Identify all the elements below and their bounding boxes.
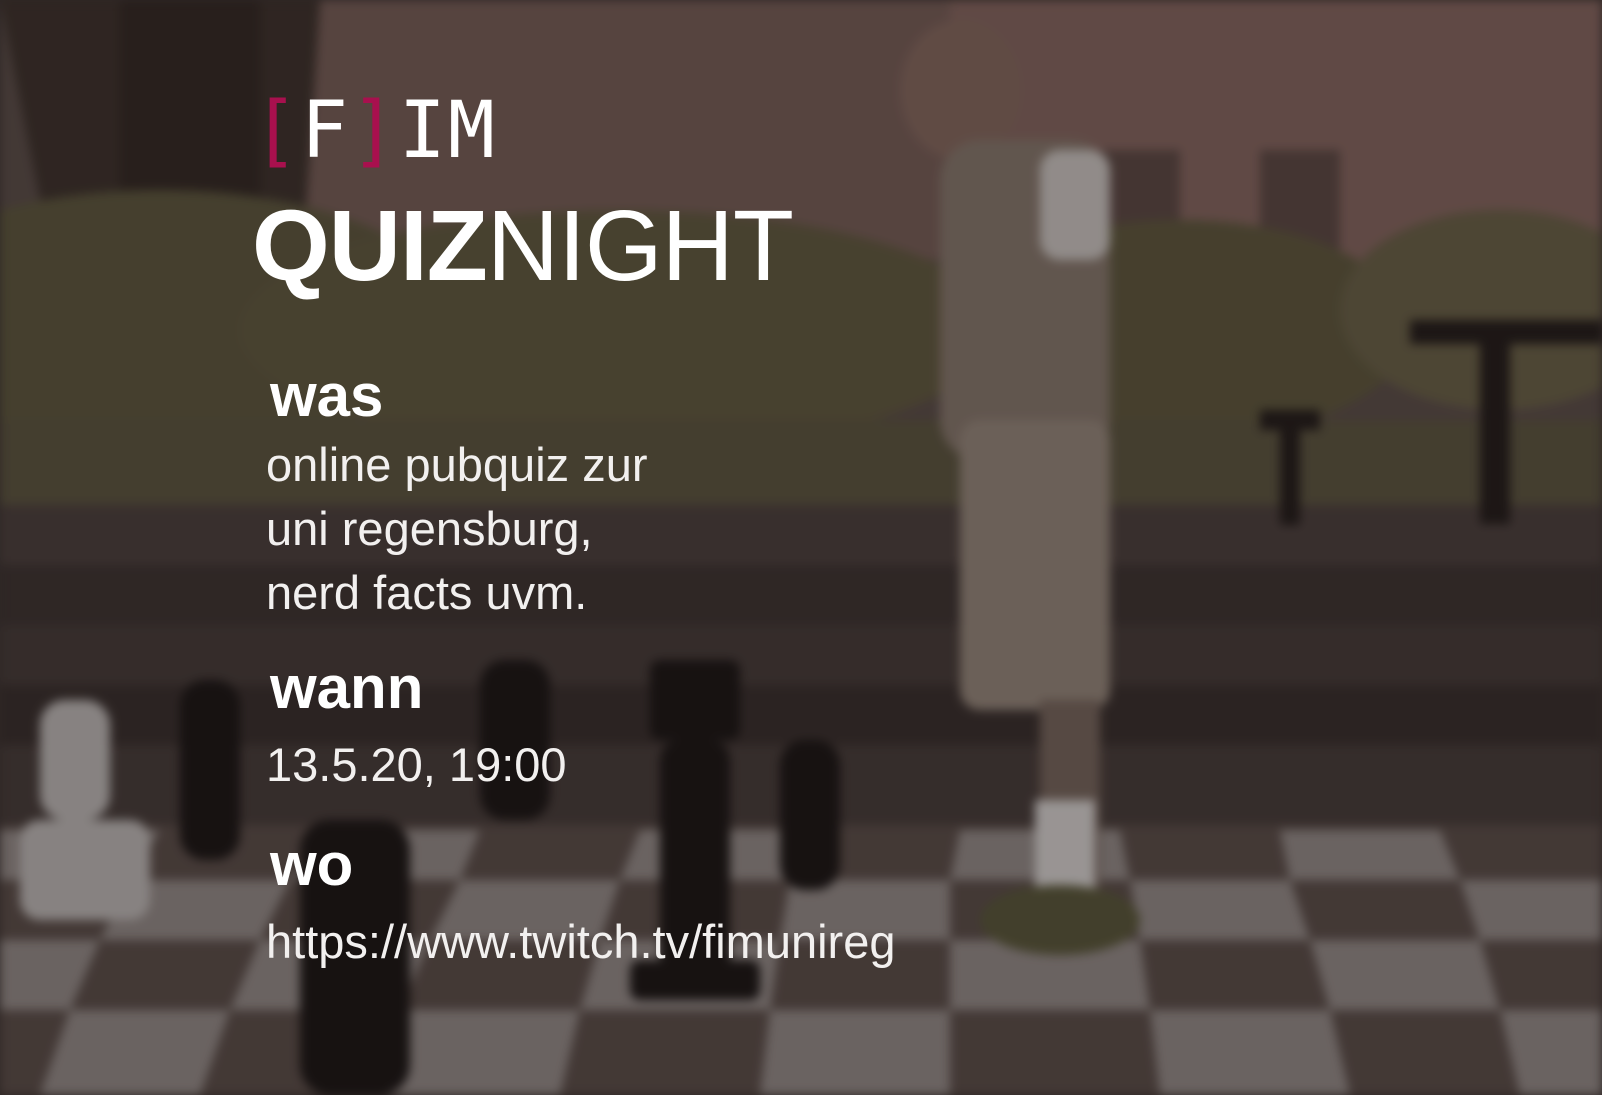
fim-logo: [F]IM xyxy=(252,92,497,170)
logo-bracket-open: [ xyxy=(252,86,301,176)
logo-rest: IM xyxy=(398,86,497,176)
title-light: NIGHT xyxy=(486,190,794,302)
wann-value: 13.5.20, 19:00 xyxy=(266,738,567,791)
was-line: nerd facts uvm. xyxy=(266,566,588,619)
title-bold: QUIZ xyxy=(252,190,488,302)
was-description: online pubquiz zur uni regensburg, nerd … xyxy=(266,433,648,625)
was-line: online pubquiz zur xyxy=(266,438,648,491)
wo-url: https://www.twitch.tv/fimunireg xyxy=(266,915,896,968)
poster-content: [F]IM QUIZNIGHT was online pubquiz zur u… xyxy=(0,0,1602,1095)
page-title: QUIZNIGHT xyxy=(252,196,794,296)
wann-label: wann xyxy=(270,654,424,721)
wo-label: wo xyxy=(270,831,354,898)
was-label: was xyxy=(270,362,384,429)
was-line: uni regensburg, xyxy=(266,502,593,555)
logo-letter-f: F xyxy=(300,86,350,176)
logo-bracket-close: ] xyxy=(349,86,399,176)
